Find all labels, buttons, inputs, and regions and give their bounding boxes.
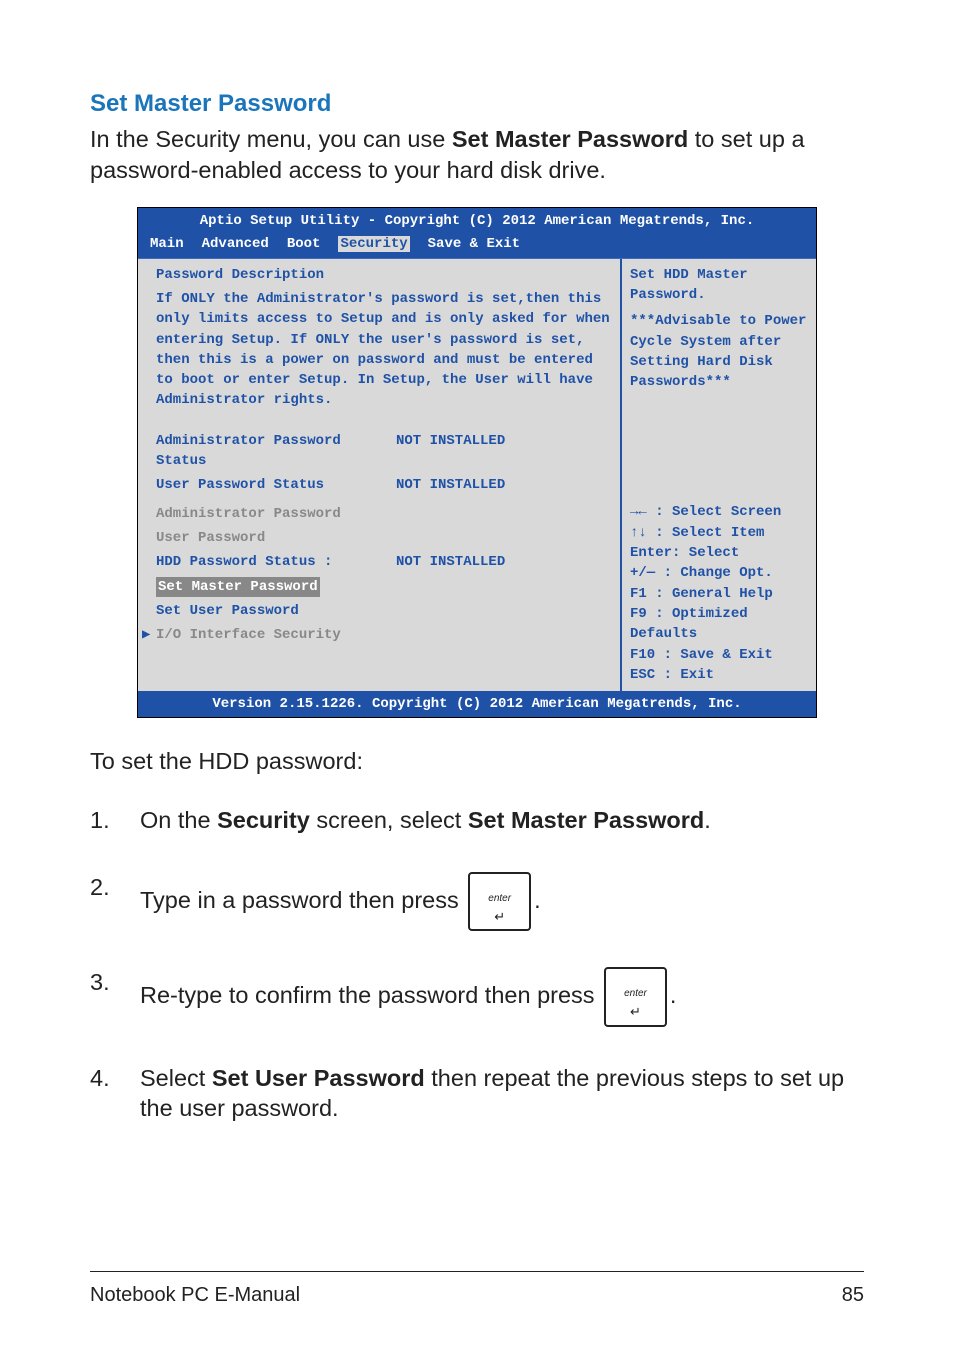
enter-key-icon: enter↵ [468,872,531,931]
bios-nav-4: F1 : General Help [630,584,808,604]
bios-io-interface-security: I/O Interface Security [156,627,341,643]
bios-nav-7: ESC : Exit [630,665,808,685]
step-1-d: . [704,807,711,833]
bios-help-1: Set HDD Master Password. [630,265,808,306]
bios-hdd-status-value: NOT INSTALLED [396,552,505,572]
section-heading: Set Master Password [90,90,864,118]
bios-menu-saveexit: Save & Exit [428,236,520,252]
step-2-number: 2. [90,872,140,903]
intro-text: In the Security menu, you can use Set Ma… [90,124,864,185]
bios-hdd-status-label: HDD Password Status : [156,552,396,572]
bios-set-master-password: Set Master Password [156,577,320,597]
bios-set-user-password: Set User Password [156,601,610,621]
bios-passdesc-heading: Password Description [156,265,610,285]
step-1-c: screen, select [310,807,468,833]
bios-menubar: Main Advanced Boot Security Save & Exit [138,234,816,258]
footer-page-number: 85 [842,1284,864,1307]
step-4-number: 4. [90,1063,140,1094]
bios-admin-password: Administrator Password [156,504,610,524]
bios-user-status-label: User Password Status [156,475,396,495]
step-3-b: . [670,982,677,1008]
bios-admin-status-value: NOT INSTALLED [396,431,505,472]
step-4: 4. Select Set User Password then repeat … [90,1063,864,1124]
bios-menu-boot: Boot [287,236,321,252]
bios-user-status-value: NOT INSTALLED [396,475,505,495]
step-3-number: 3. [90,967,140,998]
steps-intro: To set the HDD password: [90,748,864,775]
bios-nav-3: +/— : Change Opt. [630,563,808,583]
step-4-b1: Set User Password [212,1065,425,1091]
page-footer: Notebook PC E-Manual 85 [90,1271,864,1307]
step-1-b2: Set Master Password [468,807,704,833]
bios-footer: Version 2.15.1226. Copyright (C) 2012 Am… [138,691,816,717]
step-1-number: 1. [90,805,140,836]
bios-nav-2: Enter: Select [630,543,808,563]
step-2: 2. Type in a password then press enter↵. [90,872,864,931]
step-3: 3. Re-type to confirm the password then … [90,967,864,1026]
bios-title: Aptio Setup Utility - Copyright (C) 2012… [138,208,816,234]
intro-prefix: In the Security menu, you can use [90,126,452,152]
bios-menu-security: Security [338,236,409,252]
submenu-arrow-icon: ▶ [142,625,150,645]
step-4-a: Select [140,1065,212,1091]
bios-passdesc-body: If ONLY the Administrator's password is … [156,289,610,411]
bios-help-2: ***Advisable to Power Cycle System after… [630,311,808,392]
enter-key-icon: enter↵ [604,967,667,1026]
steps-list: 1. On the Security screen, select Set Ma… [90,805,864,1124]
bios-nav-1: ↑↓ : Select Item [630,523,808,543]
step-2-b: . [534,887,541,913]
step-3-a: Re-type to confirm the password then pre… [140,982,601,1008]
bios-screenshot: Aptio Setup Utility - Copyright (C) 2012… [137,207,817,718]
footer-left: Notebook PC E-Manual [90,1284,300,1307]
bios-menu-advanced: Advanced [202,236,269,252]
bios-admin-status-label: Administrator Password Status [156,431,396,472]
step-1: 1. On the Security screen, select Set Ma… [90,805,864,836]
step-1-b1: Security [217,807,310,833]
bios-nav-6: F10 : Save & Exit [630,645,808,665]
intro-bold: Set Master Password [452,126,688,152]
bios-menu-main: Main [150,236,184,252]
bios-right-pane: Set HDD Master Password. ***Advisable to… [620,259,816,691]
bios-user-password: User Password [156,528,610,548]
bios-left-pane: Password Description If ONLY the Adminis… [138,259,620,691]
step-1-a: On the [140,807,217,833]
step-2-a: Type in a password then press [140,887,465,913]
bios-nav-0: →← : Select Screen [630,502,808,522]
bios-nav-5: F9 : Optimized Defaults [630,604,808,645]
